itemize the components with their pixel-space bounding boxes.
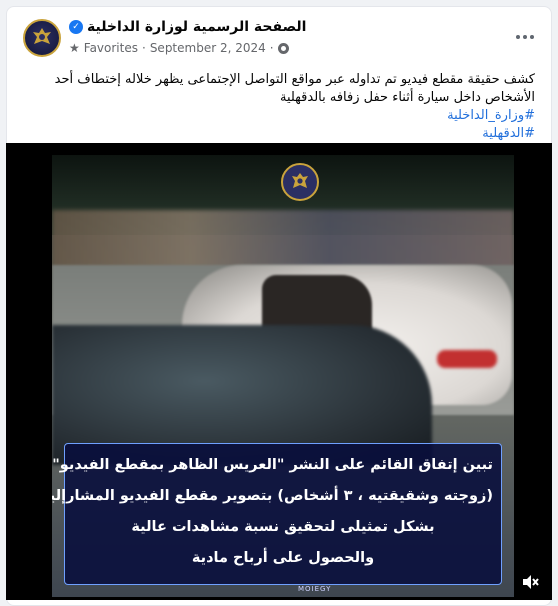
more-options-dot [530,35,534,39]
post-text-line: الأشخاص داخل سيارة أثناء حفل زفافه بالدق… [279,90,535,105]
ministry-emblem-icon [281,163,319,201]
video-frame: تبين إتفاق القائم على النشر "العريس الظا… [52,155,514,597]
hashtag-link[interactable]: #وزارة_الداخلية [15,107,535,125]
video-caption: تبين إتفاق القائم على النشر "العريس الظا… [52,443,502,585]
post-date[interactable]: September 2, 2024 [150,41,266,55]
star-icon: ★ [69,41,80,55]
page-name-row: الصفحة الرسمية لوزارة الداخلية ✓ [69,19,306,35]
caption-line: بشكل تمثيلى لتحقيق نسبة مشاهدات عالية [131,519,435,535]
globe-icon[interactable] [277,42,289,54]
car-tail-light [437,350,497,368]
post-text: كشف حقيقة مقطع فيديو تم تداوله عبر مواقع… [15,71,535,143]
video-watermark: MOIEGY [298,585,332,593]
more-options-button[interactable] [513,27,537,47]
page-avatar[interactable] [23,19,61,57]
favorites-label[interactable]: Favorites [84,41,138,55]
verified-badge-icon: ✓ [69,20,83,34]
post-header: الصفحة الرسمية لوزارة الداخلية ✓ ★ Favor… [7,7,551,69]
police-eagle-icon [33,28,51,44]
caption-line: والحصول على أرباح مادية [191,550,375,566]
more-options-dot [523,35,527,39]
video-scene-crowd [52,210,514,270]
post-text-line: كشف حقيقة مقطع فيديو تم تداوله عبر مواقع… [54,72,535,87]
video-player[interactable]: تبين إتفاق القائم على النشر "العريس الظا… [6,143,552,600]
police-eagle-icon [292,173,308,188]
more-options-icon [516,35,520,39]
caption-line: تبين إتفاق القائم على النشر "العريس الظا… [52,457,493,473]
hashtag-link[interactable]: #الدقهلية [15,125,535,143]
volume-button[interactable] [518,570,542,594]
meta-separator: · [269,41,274,55]
meta-separator: · [141,41,146,55]
post-meta: ★ Favorites · September 2, 2024 · [69,41,289,55]
volume-muted-icon [523,575,539,589]
page-name[interactable]: الصفحة الرسمية لوزارة الداخلية [87,19,306,35]
caption-line: (زوجته وشقيقتيه ، ٣ أشخاص) بتصوير مقطع ا… [52,488,493,504]
